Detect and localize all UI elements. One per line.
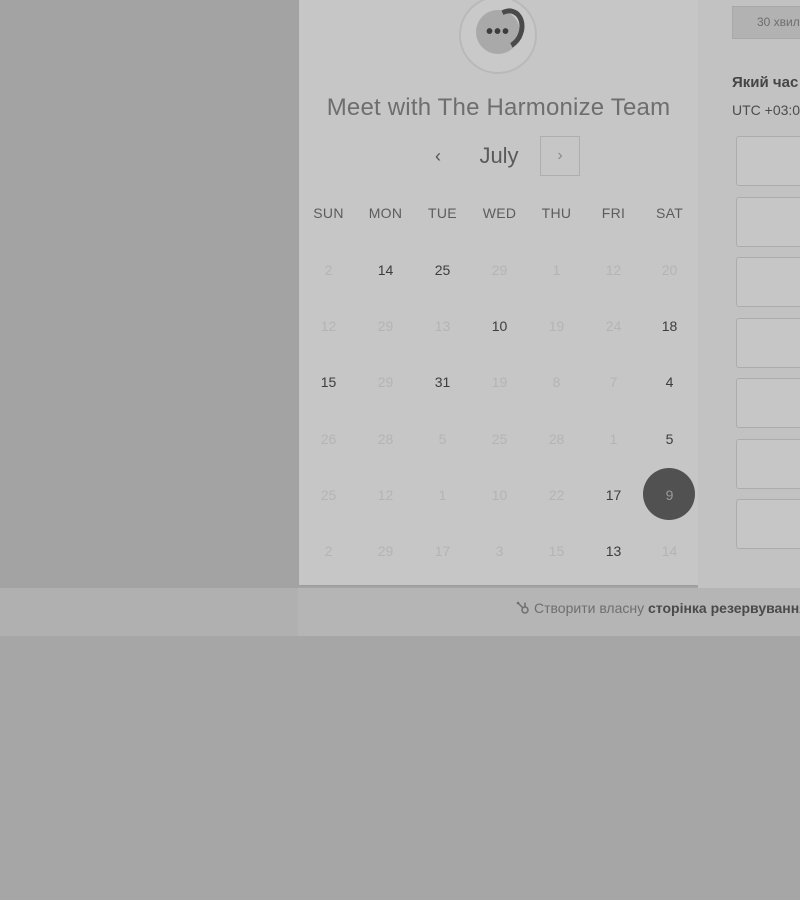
calendar-day[interactable]: 5 — [641, 411, 698, 467]
calendar-day: 1 — [438, 487, 447, 503]
calendar-day: 24 — [605, 318, 622, 334]
weekday-label: WED — [482, 205, 517, 221]
prev-month-button[interactable]: ‹ — [424, 142, 452, 170]
calendar-day[interactable]: 10 — [471, 298, 528, 354]
ellipsis-icon: ••• — [485, 21, 510, 43]
calendar-day[interactable]: 4 — [641, 354, 698, 410]
weekday-label: THU — [541, 205, 572, 221]
create-booking-page-link[interactable]: Створити власну сторінка резервування — [516, 600, 800, 616]
time-slot[interactable] — [736, 197, 800, 247]
next-month-button[interactable]: › — [540, 136, 580, 176]
calendar-day: 1 — [609, 431, 618, 447]
time-slot[interactable] — [736, 136, 800, 186]
calendar-day: 28 — [377, 431, 394, 447]
duration-tab[interactable]: 30 хвилин — [732, 6, 800, 39]
calendar-day: 2 — [324, 543, 333, 559]
calendar-day: 26 — [320, 431, 337, 447]
calendar-day[interactable]: 18 — [641, 298, 698, 354]
month-navigation: ‹ July › — [299, 136, 698, 178]
calendar-day: 12 — [377, 487, 394, 503]
calendar-day: 19 — [548, 318, 565, 334]
timezone-selector[interactable]: UTC +03:00 — [732, 102, 800, 118]
calendar-day: 29 — [377, 543, 394, 559]
calendar-day: 12 — [320, 318, 337, 334]
calendar-day: 25 — [320, 487, 337, 503]
calendar-day: 29 — [377, 318, 394, 334]
calendar-day: 29 — [491, 262, 508, 278]
time-slot[interactable] — [736, 439, 800, 489]
page: ••• Meet with The Harmonize Team ‹ July … — [0, 0, 800, 900]
month-label: July — [479, 143, 519, 168]
calendar-day: 12 — [605, 262, 622, 278]
calendar-day: 2 — [324, 262, 333, 278]
calendar-day[interactable]: 14 — [357, 242, 414, 298]
calendar-day: 17 — [434, 543, 451, 559]
weekday-label: FRI — [601, 205, 626, 221]
calendar-day: 22 — [548, 487, 565, 503]
calendar-day: 1 — [552, 262, 561, 278]
time-slot[interactable] — [736, 378, 800, 428]
footer-bar-left — [0, 588, 298, 636]
calendar-day[interactable]: 25 — [414, 242, 471, 298]
time-question: Який час вам підходить? — [732, 74, 800, 91]
calendar-day: 3 — [495, 543, 504, 559]
page-title: Meet with The Harmonize Team — [326, 94, 671, 121]
time-slot[interactable] — [736, 318, 800, 368]
hubspot-sprocket-icon — [516, 601, 529, 614]
time-slot[interactable] — [736, 499, 800, 549]
calendar-day: 8 — [552, 374, 561, 390]
calendar-day: 5 — [438, 431, 447, 447]
calendar-day: 20 — [661, 262, 678, 278]
calendar-day: 10 — [491, 487, 508, 503]
calendar-day: 15 — [548, 543, 565, 559]
calendar-day: 29 — [377, 374, 394, 390]
calendar-day-selected[interactable]: 9 — [641, 467, 698, 523]
weekday-label: TUE — [428, 205, 457, 221]
calendar-day: 25 — [491, 431, 508, 447]
calendar-day: 19 — [491, 374, 508, 390]
calendar-day: 14 — [661, 543, 678, 559]
time-slot[interactable] — [736, 257, 800, 307]
calendar-day: 7 — [609, 374, 618, 390]
footer-prefix: Створити власну — [534, 600, 645, 616]
weekday-header: SUN MON TUE WED THU FRI SAT — [299, 205, 698, 225]
backdrop-left — [0, 0, 298, 588]
calendar-card: ••• Meet with The Harmonize Team ‹ July … — [299, 0, 698, 585]
calendar-day[interactable]: 13 — [585, 523, 642, 579]
time-selection-panel: 30 хвилин Який час вам підходить? UTC +0… — [698, 0, 800, 588]
footer-bold: сторінка резервування — [648, 600, 800, 616]
calendar-day[interactable]: 15 — [300, 354, 357, 410]
weekday-label: SUN — [313, 205, 344, 221]
weekday-label: SAT — [655, 205, 684, 221]
calendar-day: 13 — [434, 318, 451, 334]
avatar: ••• — [459, 0, 537, 74]
weekday-label: MON — [368, 205, 403, 221]
calendar-day[interactable]: 17 — [585, 467, 642, 523]
calendar-day[interactable]: 31 — [414, 354, 471, 410]
calendar-day: 28 — [548, 431, 565, 447]
